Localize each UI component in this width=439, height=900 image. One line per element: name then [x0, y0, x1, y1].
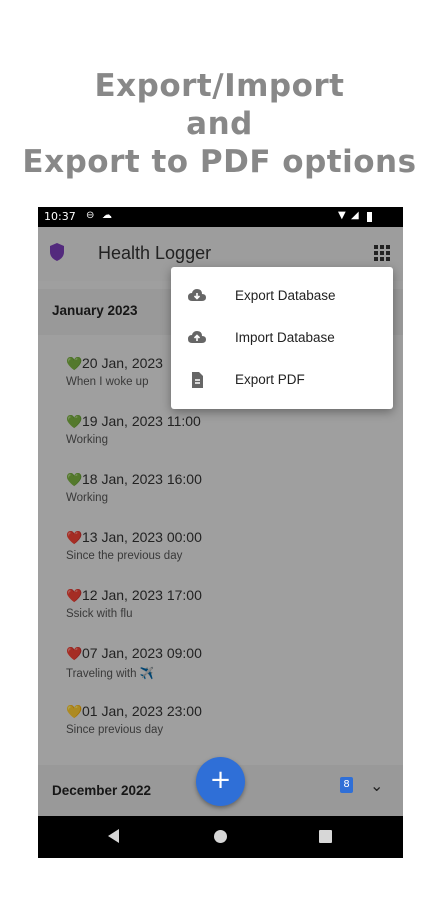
battery-icon [367, 212, 372, 222]
headline-line-3: Export to PDF options [22, 144, 417, 180]
menu-item-export-pdf[interactable]: Export PDF [171, 359, 393, 401]
count-badge: 8 [340, 777, 353, 793]
system-nav-bar [38, 816, 403, 858]
menu-item-import-database[interactable]: Import Database [171, 317, 393, 359]
cloud-icon: ☁ [102, 210, 112, 221]
sync-icon: ⊖ [86, 210, 95, 221]
status-time: 10:37 [44, 210, 76, 223]
menu-item-export-database[interactable]: Export Database [171, 275, 393, 317]
add-entry-button[interactable]: + [196, 757, 245, 806]
menu-item-label: Export Database [235, 288, 336, 303]
menu-item-label: Import Database [235, 330, 335, 345]
back-icon[interactable] [108, 829, 119, 843]
wifi-icon: ▼ [338, 210, 346, 221]
chevron-down-icon[interactable]: ⌄ [370, 776, 383, 795]
headline-line-2: and [186, 106, 253, 142]
phone-screen: 10:37 ⊖ ☁ ▼ ◢ Health Logger January 2023… [38, 207, 403, 858]
cloud-download-icon [188, 289, 206, 301]
status-bar: 10:37 ⊖ ☁ ▼ ◢ [38, 207, 403, 227]
home-icon[interactable] [214, 830, 227, 843]
headline-line-1: Export/Import [94, 68, 345, 104]
menu-item-label: Export PDF [235, 372, 305, 387]
document-icon [192, 372, 203, 388]
overflow-menu: Export Database Import Database Export P… [171, 267, 393, 409]
cloud-upload-icon [188, 331, 206, 343]
signal-icon: ◢ [351, 210, 359, 221]
recent-apps-icon[interactable] [319, 830, 332, 843]
